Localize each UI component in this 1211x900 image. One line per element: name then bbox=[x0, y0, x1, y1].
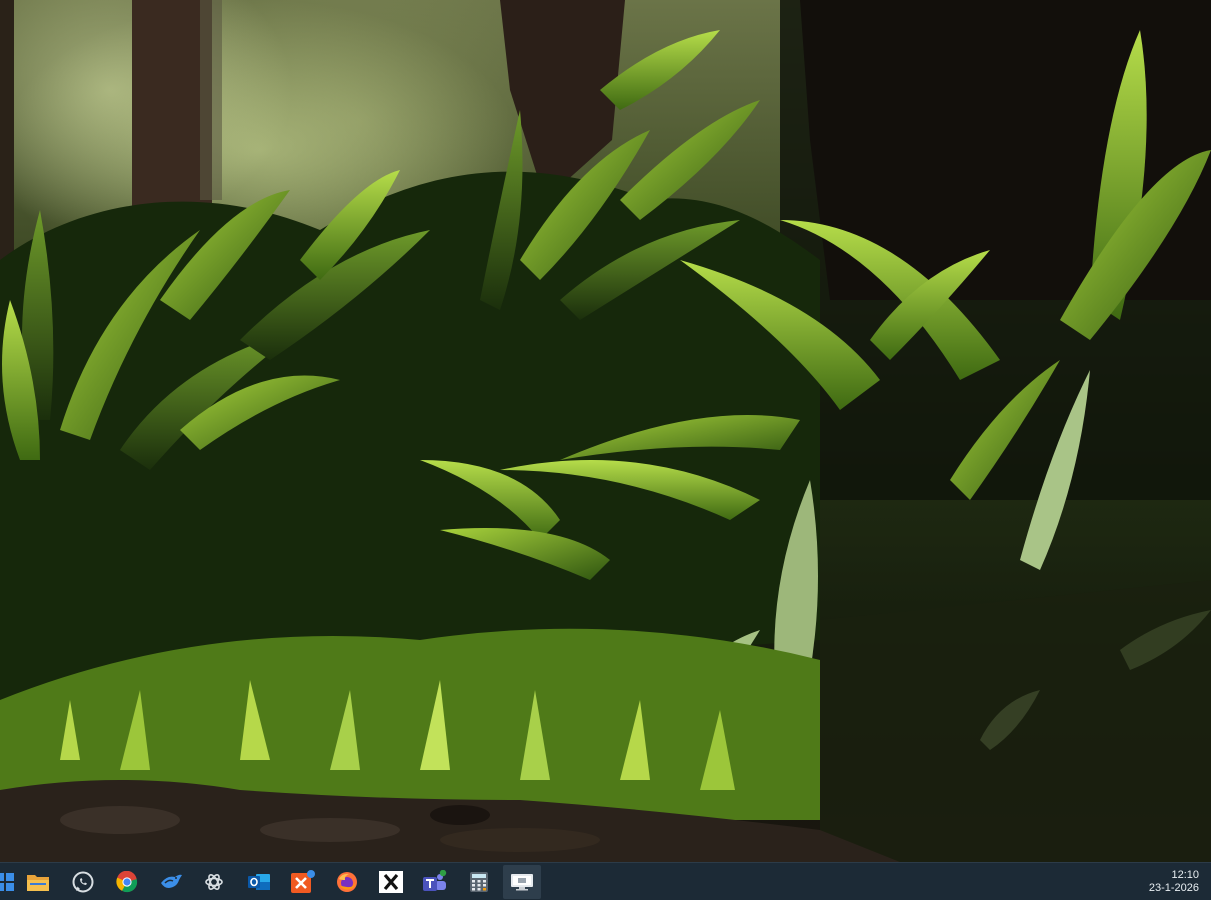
app-bird-icon[interactable] bbox=[158, 869, 184, 895]
outlook-icon[interactable] bbox=[246, 869, 272, 895]
system-clock[interactable]: 12:10 23-1-2026 bbox=[1149, 869, 1199, 895]
x-app-icon[interactable] bbox=[378, 869, 404, 895]
firefox-icon[interactable] bbox=[334, 869, 360, 895]
chrome-icon[interactable] bbox=[114, 869, 140, 895]
start-menu-icon[interactable] bbox=[0, 869, 18, 895]
file-manager-icon[interactable] bbox=[25, 869, 51, 895]
xmind-icon[interactable] bbox=[290, 869, 316, 895]
teams-icon[interactable] bbox=[422, 869, 448, 895]
calculator-icon[interactable] bbox=[466, 869, 492, 895]
clock-time: 12:10 bbox=[1171, 869, 1199, 881]
taskbar: 12:10 23-1-2026 bbox=[0, 862, 1211, 900]
remote-desktop-icon[interactable] bbox=[509, 869, 535, 895]
whatsapp-icon[interactable] bbox=[70, 869, 96, 895]
clock-date: 23-1-2026 bbox=[1148, 882, 1199, 894]
desktop-wallpaper bbox=[0, 0, 1211, 862]
wallpaper-image bbox=[0, 0, 1211, 862]
chatgpt-icon[interactable] bbox=[201, 869, 227, 895]
